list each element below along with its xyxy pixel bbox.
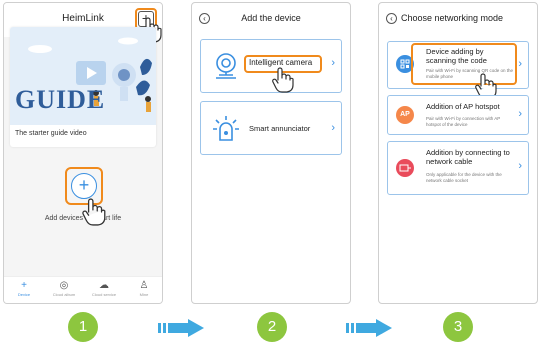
step-badge: 1 <box>68 312 98 342</box>
page-title: Add the device <box>241 13 301 23</box>
cloud-icon: ☁ <box>99 280 109 291</box>
chevron-right-icon: › <box>518 108 522 120</box>
tab-mine[interactable]: ♙ Mine <box>128 280 160 297</box>
device-label: Smart annunciator <box>249 124 311 133</box>
highlight-scan-option <box>411 43 517 85</box>
chevron-right-icon: › <box>331 122 335 134</box>
tab-cloud-album[interactable]: ◎ Cloud album <box>48 280 80 297</box>
chevron-right-icon: › <box>331 57 335 69</box>
option-title: Addition by connecting to network cable <box>426 148 510 166</box>
option-title: Addition of AP hotspot <box>426 102 500 111</box>
arrow-right-icon <box>346 319 392 337</box>
guide-title: GUIDE <box>15 85 106 114</box>
tab-label: Device <box>17 292 31 297</box>
alarm-icon <box>213 116 239 141</box>
plus-icon: + <box>21 280 27 291</box>
guide-video-card[interactable]: GUIDE The starter guide video <box>10 27 156 147</box>
album-icon: ◎ <box>59 280 69 291</box>
screen-networking-mode: ‹ Choose networking mode Device adding b… <box>378 2 538 304</box>
step-badge: 2 <box>257 312 287 342</box>
screen-home: HeimLink + GUIDE The starter guide video… <box>3 2 163 304</box>
option-subtitle: Only applicable for the device with the … <box>426 172 502 183</box>
pointing-hand-icon <box>82 198 106 226</box>
pointing-hand-icon <box>272 67 294 93</box>
arrow-right-icon <box>158 319 204 337</box>
screen-add-device: ‹ Add the device Intelligent camera › Sm… <box>191 2 351 304</box>
person-icon: ♙ <box>139 280 149 291</box>
step-badge: 3 <box>443 312 473 342</box>
option-ap-hotspot[interactable]: AP Addition of AP hotspot Pair with Wi-F… <box>387 95 529 135</box>
tab-label: Mine <box>139 292 149 297</box>
tab-bar: + Device ◎ Cloud album ☁ Cloud service ♙… <box>4 276 162 303</box>
guide-illustration: GUIDE <box>10 27 156 125</box>
tab-device[interactable]: + Device <box>8 280 40 297</box>
tab-label: Cloud service <box>91 292 117 297</box>
network-cable-icon <box>396 159 414 177</box>
chevron-right-icon: › <box>518 58 522 70</box>
device-card-annunciator[interactable]: Smart annunciator › <box>200 101 342 155</box>
ap-icon: AP <box>396 106 414 124</box>
option-network-cable[interactable]: Addition by connecting to network cable … <box>387 141 529 195</box>
tab-cloud-service[interactable]: ☁ Cloud service <box>88 280 120 297</box>
option-subtitle: Pair with Wi-Fi by connection with AP ho… <box>426 116 501 127</box>
page-title: Choose networking mode <box>401 13 504 23</box>
guide-caption: The starter guide video <box>15 130 87 137</box>
camera-icon <box>216 53 236 79</box>
tab-label: Cloud album <box>52 292 76 297</box>
back-button[interactable]: ‹ <box>386 13 397 24</box>
chevron-right-icon: › <box>518 160 522 172</box>
